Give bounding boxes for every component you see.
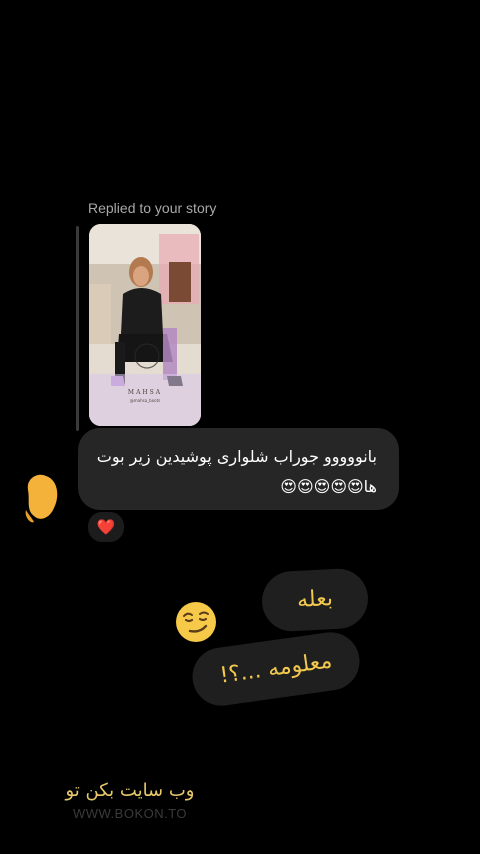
story-handle: @mahsa_boots (129, 398, 161, 403)
message-line-2: ها😍😍😍😍😍 (280, 477, 377, 496)
sender-avatar[interactable] (22, 470, 62, 526)
replied-to-story-label: Replied to your story (88, 200, 217, 216)
story-brand-caption: MAHSA (127, 389, 163, 396)
smirk-face-icon (176, 602, 216, 642)
dm-thread-screen: Replied to your story MAHSA @mahsa_boots… (0, 0, 480, 854)
incoming-message-bubble[interactable]: بانووووو جوراب شلواری پوشیدین زیر بوت ها… (78, 428, 399, 510)
sticker-baleh: بعله (260, 567, 370, 633)
watermark-url: WWW.BOKON.TO (72, 806, 188, 821)
story-thumbnail[interactable]: MAHSA @mahsa_boots (89, 224, 201, 426)
heart-reaction-icon[interactable]: ❤️ (86, 510, 126, 544)
message-line-1: بانووووو جوراب شلواری پوشیدین زیر بوت (96, 447, 377, 466)
reply-quote-bar (76, 226, 79, 431)
watermark-persian: وب سایت بکن تو (65, 780, 195, 801)
